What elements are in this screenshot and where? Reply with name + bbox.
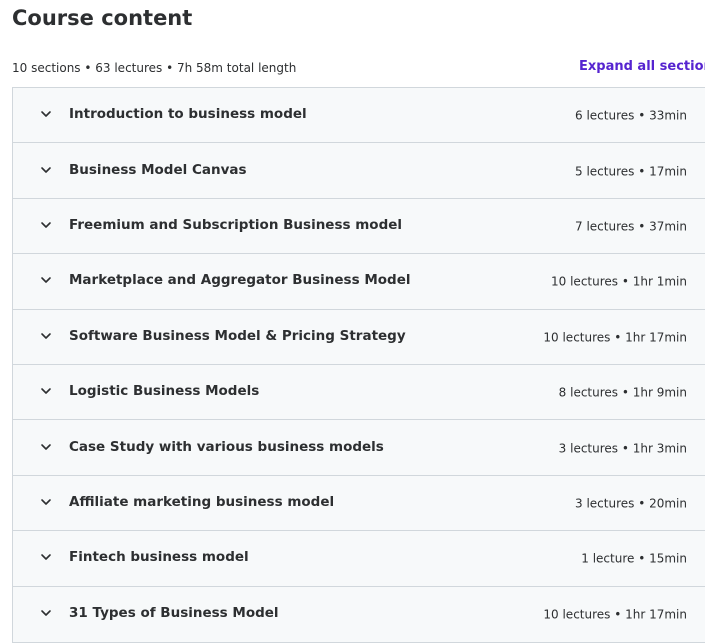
section-row[interactable]: Software Business Model & Pricing Strate… — [13, 309, 705, 365]
section-row[interactable]: Business Model Canvas 5 lectures • 17min — [13, 143, 705, 199]
chevron-down-icon — [39, 329, 53, 343]
section-row[interactable]: Freemium and Subscription Business model… — [13, 198, 705, 255]
chevron-down-icon — [39, 107, 53, 121]
section-row[interactable]: Case Study with various business models … — [13, 420, 705, 476]
section-meta: 3 lectures • 1hr 3min — [558, 440, 687, 455]
section-row[interactable]: Fintech business model 1 lecture • 15min — [13, 531, 705, 587]
chevron-down-icon — [39, 218, 53, 232]
chevron-down-icon — [39, 550, 53, 564]
chevron-down-icon — [39, 163, 53, 177]
section-row[interactable]: Introduction to business model 6 lecture… — [13, 88, 705, 144]
expand-all-sections-button[interactable]: Expand all sections — [579, 58, 705, 76]
section-meta: 6 lectures • 33min — [575, 108, 687, 123]
course-summary: 10 sections • 63 lectures • 7h 58m total… — [12, 61, 297, 75]
section-title: Marketplace and Aggregator Business Mode… — [69, 272, 411, 289]
section-row[interactable]: Marketplace and Aggregator Business Mode… — [13, 254, 705, 310]
section-title: Case Study with various business models — [69, 438, 384, 455]
section-row[interactable]: Logistic Business Models 8 lectures • 1h… — [13, 364, 705, 421]
page-title: Course content — [12, 6, 193, 30]
chevron-down-icon — [39, 606, 53, 620]
section-row[interactable]: Affiliate marketing business model 3 lec… — [13, 475, 705, 532]
section-meta: 7 lectures • 37min — [575, 219, 687, 234]
chevron-down-icon — [39, 384, 53, 398]
section-title: Logistic Business Models — [69, 383, 260, 400]
section-title: Business Model Canvas — [69, 161, 247, 178]
section-row[interactable]: 31 Types of Business Model 10 lectures •… — [13, 586, 705, 642]
section-title: Freemium and Subscription Business model — [69, 217, 403, 234]
section-meta: 10 lectures • 1hr 1min — [551, 274, 687, 289]
section-title: Fintech business model — [69, 549, 249, 566]
section-title: Introduction to business model — [69, 106, 307, 123]
section-meta: 10 lectures • 1hr 17min — [543, 607, 687, 622]
section-meta: 3 lectures • 20min — [575, 496, 687, 511]
chevron-down-icon — [39, 273, 53, 287]
section-title: Software Business Model & Pricing Strate… — [69, 327, 406, 344]
section-meta: 8 lectures • 1hr 9min — [558, 385, 687, 400]
section-meta: 1 lecture • 15min — [581, 551, 687, 566]
course-summary-row: 10 sections • 63 lectures • 7h 58m total… — [12, 58, 705, 78]
section-list: Introduction to business model 6 lecture… — [12, 87, 705, 643]
section-title: 31 Types of Business Model — [69, 605, 279, 622]
chevron-down-icon — [39, 440, 53, 454]
section-title: Affiliate marketing business model — [69, 494, 335, 511]
section-meta: 5 lectures • 17min — [575, 163, 687, 178]
section-meta: 10 lectures • 1hr 17min — [543, 330, 687, 345]
chevron-down-icon — [39, 495, 53, 509]
